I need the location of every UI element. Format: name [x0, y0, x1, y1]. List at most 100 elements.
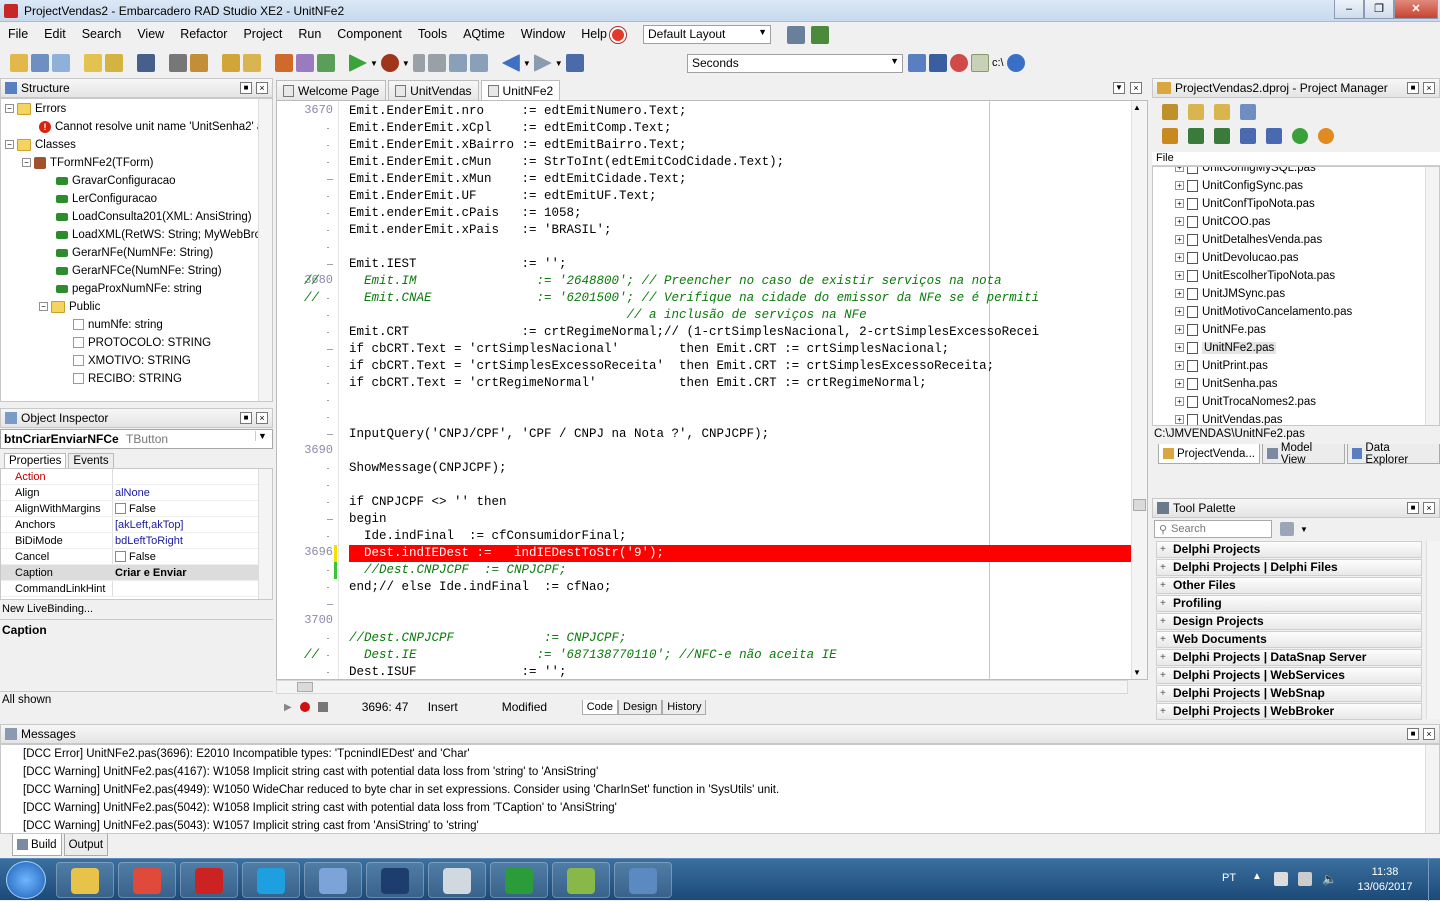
- code-line[interactable]: Emit.EnderEmit.xBairro := edtEmitBairro.…: [349, 137, 687, 154]
- structure-node[interactable]: LoadConsulta201(XML: AnsiString): [1, 208, 272, 226]
- code-line[interactable]: Emit.CRT := crtRegimeNormal;// (1-crtSim…: [349, 324, 1039, 341]
- collapse-icon[interactable]: −: [5, 140, 14, 150]
- close-icon[interactable]: ×: [256, 412, 268, 424]
- maximize-button[interactable]: ❐: [1364, 0, 1394, 19]
- save-all-icon[interactable]: [169, 54, 187, 72]
- code-line[interactable]: Emit.EnderEmit.xCpl := edtEmitComp.Text;: [349, 120, 672, 137]
- open-recent-icon[interactable]: [190, 54, 208, 72]
- code-line[interactable]: // Emit.IM := '2648800'; // Preencher no…: [304, 273, 1002, 290]
- structure-node[interactable]: − TFormNFe2(TForm): [1, 154, 272, 172]
- palette-category[interactable]: Other Files: [1156, 577, 1422, 594]
- expand-icon[interactable]: +: [1175, 379, 1184, 389]
- property-value[interactable]: alNone: [113, 485, 150, 500]
- menu-window[interactable]: Window: [513, 23, 573, 45]
- editor-tab-unitnfe2[interactable]: UnitNFe2: [480, 80, 561, 100]
- code-line[interactable]: Emit.EnderEmit.cMun := StrToInt(edtEmitC…: [349, 154, 784, 171]
- add-to-project-icon[interactable]: [222, 54, 240, 72]
- code-line[interactable]: Emit.EnderEmit.UF := edtEmitUF.Text;: [349, 188, 657, 205]
- checkbox[interactable]: [115, 503, 126, 514]
- show-desktop-button[interactable]: [1428, 859, 1440, 901]
- tab-list-icon[interactable]: ▼: [1113, 82, 1125, 94]
- pause-icon[interactable]: [412, 54, 425, 72]
- close-icon[interactable]: ×: [1423, 502, 1435, 514]
- tray-expand-icon[interactable]: ▲: [1252, 871, 1262, 882]
- structure-node[interactable]: RECIBO: STRING: [1, 370, 272, 388]
- project-file-item[interactable]: + UnitPrint.pas: [1153, 357, 1439, 375]
- taskbar-app-button[interactable]: [118, 862, 176, 898]
- deploy-icon[interactable]: [1292, 128, 1308, 144]
- clock[interactable]: 11:38 13/06/2017: [1350, 865, 1420, 895]
- project-file-item[interactable]: + UnitCOO.pas: [1153, 213, 1439, 231]
- pin-icon[interactable]: ■: [240, 412, 252, 424]
- messages-scrollbar[interactable]: [1425, 745, 1439, 833]
- close-icon[interactable]: ×: [1423, 728, 1435, 740]
- structure-node[interactable]: ! Cannot resolve unit name 'UnitSenha2' a…: [1, 118, 272, 136]
- stop-macro-icon[interactable]: [317, 702, 328, 712]
- property-row[interactable]: Anchors [akLeft,akTop]: [1, 517, 272, 533]
- menu-aqtime[interactable]: AQtime: [455, 23, 513, 45]
- open-icon[interactable]: [105, 54, 123, 72]
- code-line[interactable]: Emit.IEST := '';: [349, 256, 567, 273]
- palette-category[interactable]: Delphi Projects | DataSnap Server: [1156, 649, 1422, 666]
- close-tab-icon[interactable]: ×: [1130, 82, 1142, 94]
- menu-help[interactable]: Help: [573, 23, 615, 45]
- messages-tab-build[interactable]: Build: [12, 834, 62, 856]
- property-value[interactable]: [113, 581, 115, 596]
- build-icon[interactable]: [1240, 128, 1256, 144]
- message-line[interactable]: [DCC Warning] UnitNFe2.pas(4167): W1058 …: [1, 763, 1439, 781]
- structure-node[interactable]: − Classes: [1, 136, 272, 154]
- layout-combo[interactable]: Default Layout ▼: [643, 25, 771, 44]
- view-form-icon[interactable]: [296, 54, 314, 72]
- property-value[interactable]: [akLeft,akTop]: [113, 517, 184, 532]
- code-editor[interactable]: 3670 3680 3690 3696 3700 Emit.EnderEmit.nro …: [276, 100, 1148, 680]
- expand-icon[interactable]: +: [1175, 397, 1184, 407]
- sync-icon[interactable]: [1162, 128, 1178, 144]
- taskbar-app-button[interactable]: [490, 862, 548, 898]
- expand-icon[interactable]: +: [1175, 271, 1184, 281]
- menu-refactor[interactable]: Refactor: [172, 23, 235, 45]
- message-line[interactable]: [DCC Warning] UnitNFe2.pas(5042): W1058 …: [1, 799, 1439, 817]
- project-file-item[interactable]: + UnitNFe.pas: [1153, 321, 1439, 339]
- editor-gutter[interactable]: 3670 3680 3690 3696 3700: [277, 101, 339, 679]
- code-line[interactable]: Dest.ISUF := '';: [349, 664, 567, 679]
- project-file-item[interactable]: + UnitDevolucao.pas: [1153, 249, 1439, 267]
- close-icon[interactable]: ×: [1423, 82, 1435, 94]
- expand-icon[interactable]: +: [1175, 217, 1184, 227]
- start-button[interactable]: [6, 861, 46, 899]
- timer-combo[interactable]: Seconds ▼: [687, 54, 903, 73]
- activate-icon[interactable]: [1162, 104, 1178, 120]
- expand-icon[interactable]: +: [1175, 167, 1184, 173]
- palette-category[interactable]: Delphi Projects | Delphi Files: [1156, 559, 1422, 576]
- property-value[interactable]: False: [113, 501, 156, 516]
- editor-vertical-scrollbar[interactable]: ▲ ▼: [1131, 101, 1147, 679]
- language-indicator[interactable]: PT: [1222, 872, 1236, 884]
- minimize-button[interactable]: –: [1334, 0, 1364, 19]
- taskbar-app-button[interactable]: [56, 862, 114, 898]
- code-line[interactable]: ShowMessage(CNPJCPF);: [349, 460, 507, 477]
- refresh-icon[interactable]: [1318, 128, 1334, 144]
- back-icon[interactable]: [501, 54, 520, 72]
- taskbar-app-button[interactable]: [242, 862, 300, 898]
- help-icon[interactable]: [1006, 54, 1025, 72]
- scroll-up-icon[interactable]: ▲: [1133, 103, 1141, 112]
- expand-icon[interactable]: +: [1175, 307, 1184, 317]
- code-line[interactable]: end;// else Ide.indFinal := cfNao;: [349, 579, 612, 596]
- project-file-item[interactable]: + UnitSenha.pas: [1153, 375, 1439, 393]
- menu-file[interactable]: File: [0, 23, 36, 45]
- code-line[interactable]: //Dest.CNPJCPF := CNPJCPF;: [349, 562, 567, 579]
- project-file-item[interactable]: + UnitVendas.pas: [1153, 411, 1439, 425]
- code-line[interactable]: InputQuery('CNPJ/CPF', 'CPF / CNPJ na No…: [349, 426, 769, 443]
- taskbar-app-button[interactable]: [180, 862, 238, 898]
- view-tab-design[interactable]: Design: [618, 699, 663, 715]
- component-selector[interactable]: btnCriarEnviarNFCe TButton ▼: [0, 429, 273, 449]
- editor-horizontal-scrollbar[interactable]: [276, 680, 1128, 694]
- structure-node[interactable]: − Public: [1, 298, 272, 316]
- expand-icon[interactable]: +: [1175, 361, 1184, 371]
- code-line[interactable]: Ide.indFinal := cfConsumidorFinal;: [349, 528, 627, 545]
- message-line[interactable]: [DCC Warning] UnitNFe2.pas(5043): W1057 …: [1, 817, 1439, 835]
- pin-icon[interactable]: ■: [240, 82, 252, 94]
- property-row[interactable]: Action: [1, 469, 272, 485]
- expand-icon[interactable]: +: [1175, 253, 1184, 263]
- project-file-item[interactable]: + UnitEscolherTipoNota.pas: [1153, 267, 1439, 285]
- project-file-item[interactable]: + UnitConfigMySQL.pas: [1153, 167, 1439, 177]
